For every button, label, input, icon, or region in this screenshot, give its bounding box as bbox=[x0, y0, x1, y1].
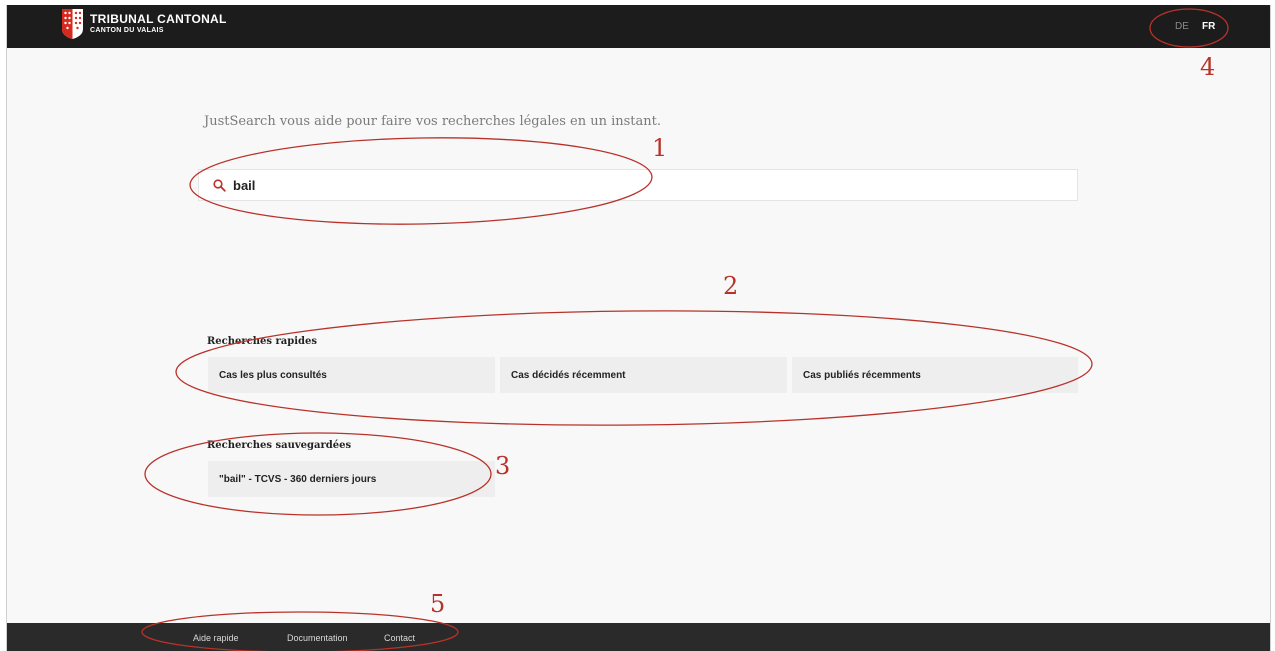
quick-search-recently-published[interactable]: Cas publiés récemments bbox=[792, 357, 1078, 393]
saved-search-item[interactable]: "bail" - TCVS - 360 derniers jours bbox=[208, 461, 495, 497]
footer-link-quick-help[interactable]: Aide rapide bbox=[193, 633, 239, 643]
annotation-label-5: 5 bbox=[430, 590, 446, 618]
tagline: JustSearch vous aide pour faire vos rech… bbox=[204, 114, 662, 129]
footer-link-documentation[interactable]: Documentation bbox=[287, 633, 348, 643]
saved-searches-title: Recherches sauvegardées bbox=[207, 440, 352, 451]
search-bar[interactable] bbox=[198, 169, 1078, 201]
annotation-label-1: 1 bbox=[652, 134, 668, 162]
top-bar: TRIBUNAL CANTONAL CANTON DU VALAIS DE FR bbox=[7, 5, 1270, 48]
footer: Aide rapide Documentation Contact bbox=[7, 623, 1270, 651]
app-frame: TRIBUNAL CANTONAL CANTON DU VALAIS DE FR… bbox=[6, 5, 1271, 651]
search-input[interactable] bbox=[233, 175, 1053, 195]
quick-search-most-viewed[interactable]: Cas les plus consultés bbox=[208, 357, 495, 393]
language-fr[interactable]: FR bbox=[1202, 21, 1215, 32]
annotation-label-2: 2 bbox=[723, 272, 739, 300]
search-icon bbox=[213, 179, 226, 192]
logo-title: TRIBUNAL CANTONAL bbox=[90, 12, 227, 26]
quick-searches-title: Recherches rapides bbox=[207, 336, 318, 347]
language-de[interactable]: DE bbox=[1175, 21, 1189, 32]
quick-search-recently-decided[interactable]: Cas décidés récemment bbox=[500, 357, 787, 393]
annotation-label-4: 4 bbox=[1200, 53, 1216, 81]
logo-subtitle: CANTON DU VALAIS bbox=[90, 27, 164, 34]
site-logo[interactable]: TRIBUNAL CANTONAL CANTON DU VALAIS bbox=[62, 9, 227, 39]
logo-texts: TRIBUNAL CANTONAL CANTON DU VALAIS bbox=[90, 13, 227, 35]
footer-link-contact[interactable]: Contact bbox=[384, 633, 415, 643]
valais-shield-icon bbox=[62, 9, 83, 39]
annotation-label-3: 3 bbox=[495, 452, 511, 480]
